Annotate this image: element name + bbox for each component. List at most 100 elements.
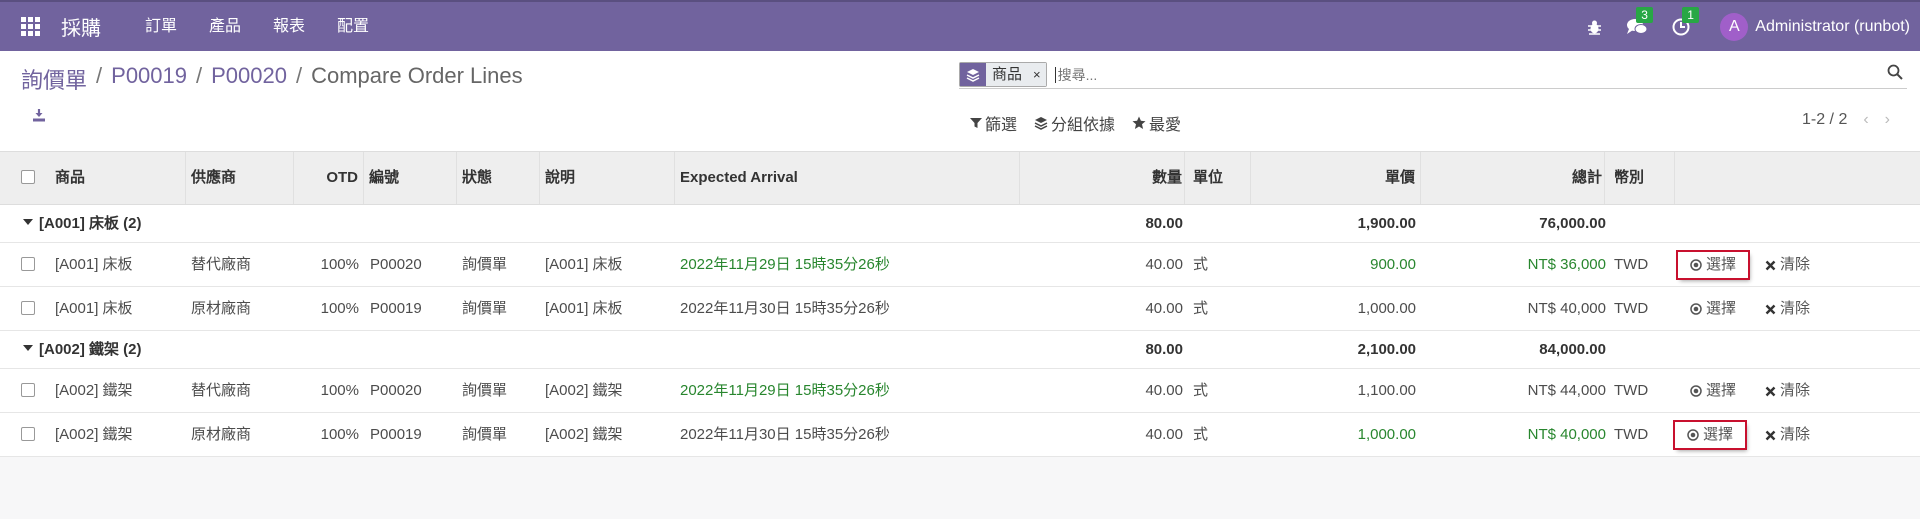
avatar[interactable]: A: [1720, 12, 1749, 41]
cell-status: 詢價單: [462, 426, 508, 443]
select-button[interactable]: 選擇: [1690, 287, 1736, 331]
row-checkbox[interactable]: [21, 427, 35, 441]
clear-button[interactable]: 清除: [1765, 413, 1810, 457]
cell-vendor: 原材廠商: [191, 300, 252, 317]
breadcrumb-rfq[interactable]: 詢價單: [21, 63, 87, 95]
table-row[interactable]: [A001] 床板 原材廠商 100% P00019 詢價單 [A001] 床板…: [0, 287, 1920, 331]
row-checkbox[interactable]: [21, 301, 35, 315]
breadcrumb-p00019[interactable]: P00019: [111, 63, 187, 95]
cell-status: 詢價單: [462, 382, 508, 399]
cell-otd: 100%: [320, 382, 359, 399]
clear-button[interactable]: 清除: [1765, 287, 1810, 331]
table-header: 商品 供應商 OTD 編號 狀態 說明 Expected Arrival 數量 …: [0, 151, 1920, 205]
column-vendor[interactable]: 供應商: [186, 152, 294, 204]
breadcrumb-separator: /: [196, 63, 203, 88]
groupby-button[interactable]: 分組依據: [1034, 111, 1115, 135]
menu-configuration[interactable]: 配置: [321, 2, 385, 51]
column-expected-arrival[interactable]: Expected Arrival: [675, 152, 1020, 204]
cell-status: 詢價單: [462, 256, 508, 273]
cell-number: P00020: [370, 382, 422, 399]
cell-expected-arrival: 2022年11月29日 15時35分26秒: [680, 382, 890, 399]
select-button[interactable]: 選擇: [1690, 369, 1736, 413]
facet-remove-button[interactable]: ×: [1028, 63, 1046, 86]
table-row[interactable]: [A002] 鐵架 替代廠商 100% P00020 詢價單 [A002] 鐵架…: [0, 369, 1920, 413]
favorites-button[interactable]: 最愛: [1132, 111, 1181, 135]
search-facet: 商品 ×: [959, 62, 1047, 87]
group-row[interactable]: [A002] 鐵架 (2) 80.00 2,100.00 84,000.00: [0, 331, 1920, 369]
column-number[interactable]: 編號: [364, 152, 457, 204]
apps-menu-icon[interactable]: [21, 16, 41, 37]
cell-vendor: 替代廠商: [191, 256, 252, 273]
column-otd[interactable]: OTD: [294, 152, 364, 204]
group-label[interactable]: [A002] 鐵架 (2): [23, 331, 142, 369]
cell-quantity: 40.00: [1145, 300, 1183, 317]
column-status[interactable]: 狀態: [457, 152, 540, 204]
messages-icon[interactable]: 3: [1626, 6, 1653, 36]
cell-currency: TWD: [1614, 256, 1649, 273]
clear-button[interactable]: 清除: [1765, 369, 1810, 413]
cell-quantity: 40.00: [1145, 382, 1183, 399]
cell-uom: 式: [1193, 300, 1209, 317]
close-icon: [1765, 304, 1776, 315]
select-button[interactable]: 選擇: [1675, 250, 1751, 280]
pager-previous-button[interactable]: ‹: [1863, 111, 1868, 129]
cell-otd: 100%: [320, 256, 359, 273]
column-currency[interactable]: 幣別: [1605, 152, 1675, 204]
filter-button[interactable]: 篩選: [970, 111, 1017, 135]
cell-number: P00019: [370, 300, 422, 317]
group-label[interactable]: [A001] 床板 (2): [23, 205, 142, 243]
pager-value[interactable]: 1-2 / 2: [1802, 111, 1847, 129]
activities-clock-icon[interactable]: 1: [1672, 6, 1699, 36]
filter-icon: [970, 118, 982, 128]
row-checkbox[interactable]: [21, 383, 35, 397]
star-icon: [1132, 116, 1146, 129]
cell-currency: TWD: [1614, 300, 1649, 317]
table-row[interactable]: [A001] 床板 替代廠商 100% P00020 詢價單 [A001] 床板…: [0, 243, 1920, 287]
column-description[interactable]: 說明: [540, 152, 675, 204]
row-checkbox[interactable]: [21, 257, 35, 271]
cell-total: NT$ 36,000: [1527, 256, 1606, 273]
pager-next-button[interactable]: ›: [1885, 111, 1890, 129]
user-menu[interactable]: Administrator (runbot): [1755, 18, 1910, 36]
select-all-checkbox[interactable]: [21, 170, 35, 184]
cell-currency: TWD: [1614, 382, 1649, 399]
app-name[interactable]: 採購: [61, 12, 101, 41]
cell-uom: 式: [1193, 256, 1209, 273]
menu-orders[interactable]: 訂單: [129, 2, 193, 51]
breadcrumb-p00020[interactable]: P00020: [211, 63, 287, 95]
table-row[interactable]: [A002] 鐵架 原材廠商 100% P00019 詢價單 [A002] 鐵架…: [0, 413, 1920, 457]
group-row[interactable]: [A001] 床板 (2) 80.00 1,900.00 76,000.00: [0, 205, 1920, 243]
column-quantity[interactable]: 數量: [1020, 152, 1185, 204]
caret-down-icon: [23, 219, 33, 226]
download-icon[interactable]: [32, 108, 46, 126]
bug-icon[interactable]: [1587, 19, 1602, 35]
menu-reporting[interactable]: 報表: [257, 2, 321, 51]
group-unit-price: 2,100.00: [1357, 341, 1416, 358]
cell-product: [A002] 鐵架: [55, 382, 133, 399]
cell-number: P00020: [370, 256, 422, 273]
column-product[interactable]: 商品: [45, 152, 186, 204]
activities-badge: 1: [1682, 6, 1699, 23]
group-total: 76,000.00: [1539, 215, 1606, 232]
pager: 1-2 / 2 ‹ ›: [1802, 111, 1890, 129]
caret-down-icon: [23, 345, 33, 352]
group-total: 84,000.00: [1539, 341, 1606, 358]
order-lines-table: 商品 供應商 OTD 編號 狀態 說明 Expected Arrival 數量 …: [0, 151, 1920, 457]
messages-badge: 3: [1636, 6, 1653, 23]
cell-otd: 100%: [320, 300, 359, 317]
select-button[interactable]: 選擇: [1672, 420, 1748, 450]
clear-button[interactable]: 清除: [1765, 243, 1810, 287]
cell-description: [A001] 床板: [545, 256, 623, 273]
column-total[interactable]: 總計: [1421, 152, 1605, 204]
cell-expected-arrival: 2022年11月30日 15時35分26秒: [680, 300, 890, 317]
cell-product: [A001] 床板: [55, 256, 133, 273]
cell-otd: 100%: [320, 426, 359, 443]
search-icon[interactable]: [1887, 64, 1903, 84]
column-unit-price[interactable]: 單價: [1251, 152, 1421, 204]
menu-products[interactable]: 產品: [193, 2, 257, 51]
cell-currency: TWD: [1614, 426, 1649, 443]
column-uom[interactable]: 單位: [1185, 152, 1251, 204]
close-icon: [1765, 260, 1776, 271]
control-panel: 詢價單 / P00019 / P00020 / Compare Order Li…: [0, 51, 1920, 151]
search-input[interactable]: [1054, 66, 1755, 83]
